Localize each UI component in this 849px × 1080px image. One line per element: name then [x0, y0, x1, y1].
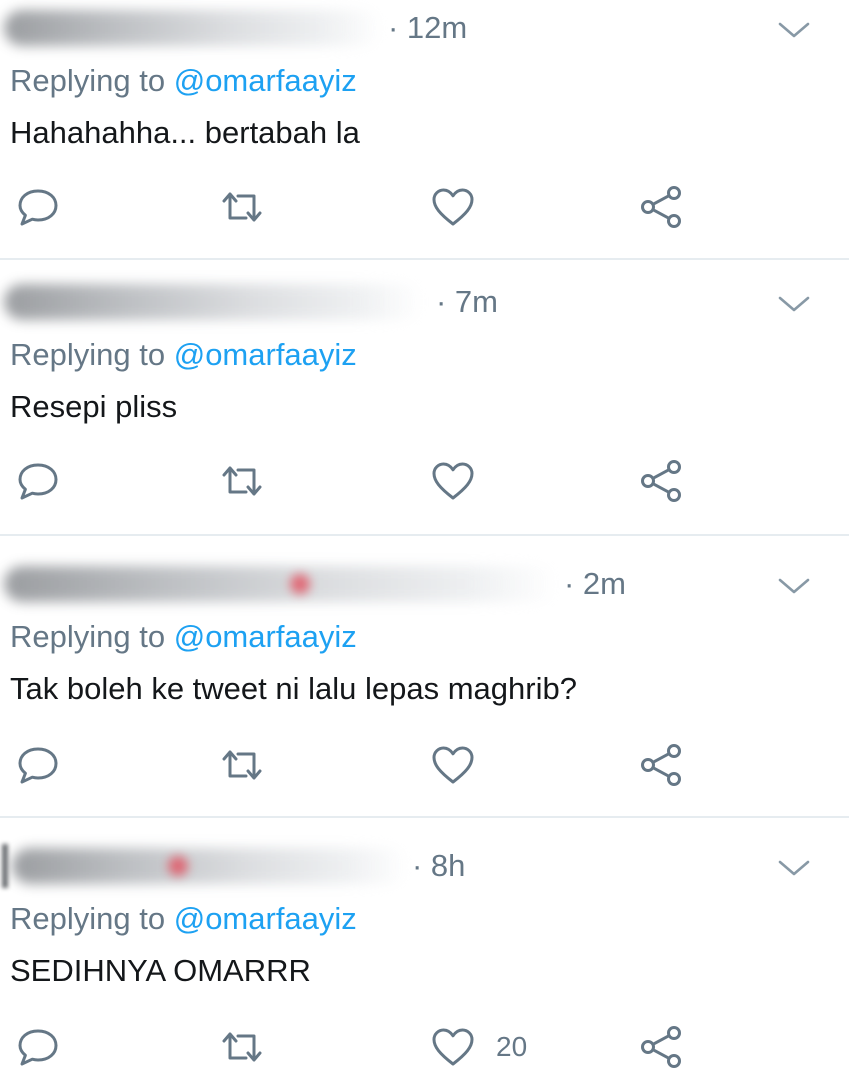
chevron-down-icon[interactable]	[777, 294, 811, 314]
tweet-timestamp: · 12m	[388, 10, 468, 45]
reply-button[interactable]	[16, 184, 60, 230]
tweet-timestamp: · 8h	[412, 848, 466, 883]
tweet-header: · 12m	[0, 0, 849, 60]
tweet-text: SEDIHNYA OMARRR	[10, 953, 311, 988]
like-icon	[432, 188, 474, 226]
reply-icon	[18, 463, 58, 500]
retweet-icon	[222, 750, 262, 780]
retweet-icon	[222, 1032, 262, 1062]
reply-button[interactable]	[16, 1024, 60, 1070]
tweet[interactable]: · 12m Replying to @omarfaayiz Hahahahha.…	[0, 0, 849, 258]
replying-to-line: Replying to @omarfaayiz	[10, 901, 357, 937]
tweet-text: Hahahahha... bertabah la	[10, 115, 360, 150]
tweet[interactable]: · 2m Replying to @omarfaayiz Tak boleh k…	[0, 556, 849, 814]
divider	[0, 816, 849, 818]
blurred-user-name	[4, 566, 556, 602]
retweet-icon	[222, 466, 262, 496]
share-icon	[641, 460, 681, 502]
retweet-button[interactable]	[218, 1024, 266, 1070]
share-icon	[641, 186, 681, 228]
like-icon	[432, 462, 474, 500]
mention-link[interactable]: @omarfaayiz	[174, 619, 357, 654]
tweet-header: · 2m	[0, 556, 849, 616]
tweet-text: Resepi pliss	[10, 389, 178, 424]
replying-to-label: Replying to	[10, 619, 174, 654]
reply-feed: · 12m Replying to @omarfaayiz Hahahahha.…	[0, 0, 849, 1080]
like-button[interactable]: 20	[430, 1024, 527, 1070]
share-button[interactable]	[636, 1024, 686, 1070]
tweet-header: · 8h	[0, 838, 849, 898]
divider	[0, 534, 849, 536]
replying-to-label: Replying to	[10, 63, 174, 98]
tweet-actions	[0, 742, 849, 788]
like-count: 20	[496, 1031, 528, 1062]
divider	[0, 258, 849, 260]
share-button[interactable]	[636, 742, 686, 788]
share-icon	[641, 1026, 681, 1068]
reply-icon	[18, 747, 58, 784]
like-icon	[432, 746, 474, 784]
blurred-user-name	[12, 848, 408, 884]
blurred-emoji	[290, 574, 310, 594]
replying-to-label: Replying to	[10, 901, 174, 936]
tweet-actions: 20	[0, 1024, 849, 1070]
replying-to-line: Replying to @omarfaayiz	[10, 63, 357, 99]
blurred-user-name	[4, 10, 382, 46]
replying-to-line: Replying to @omarfaayiz	[10, 619, 357, 655]
like-button[interactable]	[430, 184, 496, 230]
tweet[interactable]: · 8h Replying to @omarfaayiz SEDIHNYA OM…	[0, 838, 849, 1080]
mention-link[interactable]: @omarfaayiz	[174, 337, 357, 372]
reply-icon	[18, 1029, 58, 1066]
retweet-button[interactable]	[218, 458, 266, 504]
tweet-timestamp: · 7m	[436, 284, 498, 319]
chevron-down-icon[interactable]	[777, 20, 811, 40]
reply-button[interactable]	[16, 742, 60, 788]
tweet[interactable]: · 7m Replying to @omarfaayiz Resepi plis…	[0, 274, 849, 532]
retweet-button[interactable]	[218, 184, 266, 230]
retweet-icon	[222, 192, 262, 222]
reply-icon	[18, 189, 58, 226]
mention-link[interactable]: @omarfaayiz	[174, 63, 357, 98]
share-button[interactable]	[636, 458, 686, 504]
replying-to-line: Replying to @omarfaayiz	[10, 337, 357, 373]
chevron-down-icon[interactable]	[777, 858, 811, 878]
share-icon	[641, 744, 681, 786]
blurred-emoji	[168, 856, 188, 876]
like-icon	[432, 1028, 474, 1066]
tweet-header: · 7m	[0, 274, 849, 334]
blurred-avatar-edge	[2, 844, 8, 888]
share-button[interactable]	[636, 184, 686, 230]
chevron-down-icon[interactable]	[777, 576, 811, 596]
tweet-text: Tak boleh ke tweet ni lalu lepas maghrib…	[10, 671, 577, 706]
blurred-user-name	[4, 284, 422, 320]
like-button[interactable]	[430, 458, 496, 504]
reply-button[interactable]	[16, 458, 60, 504]
like-button[interactable]	[430, 742, 496, 788]
tweet-actions	[0, 184, 849, 230]
tweet-actions	[0, 458, 849, 504]
tweet-timestamp: · 2m	[564, 566, 626, 601]
replying-to-label: Replying to	[10, 337, 174, 372]
mention-link[interactable]: @omarfaayiz	[174, 901, 357, 936]
retweet-button[interactable]	[218, 742, 266, 788]
